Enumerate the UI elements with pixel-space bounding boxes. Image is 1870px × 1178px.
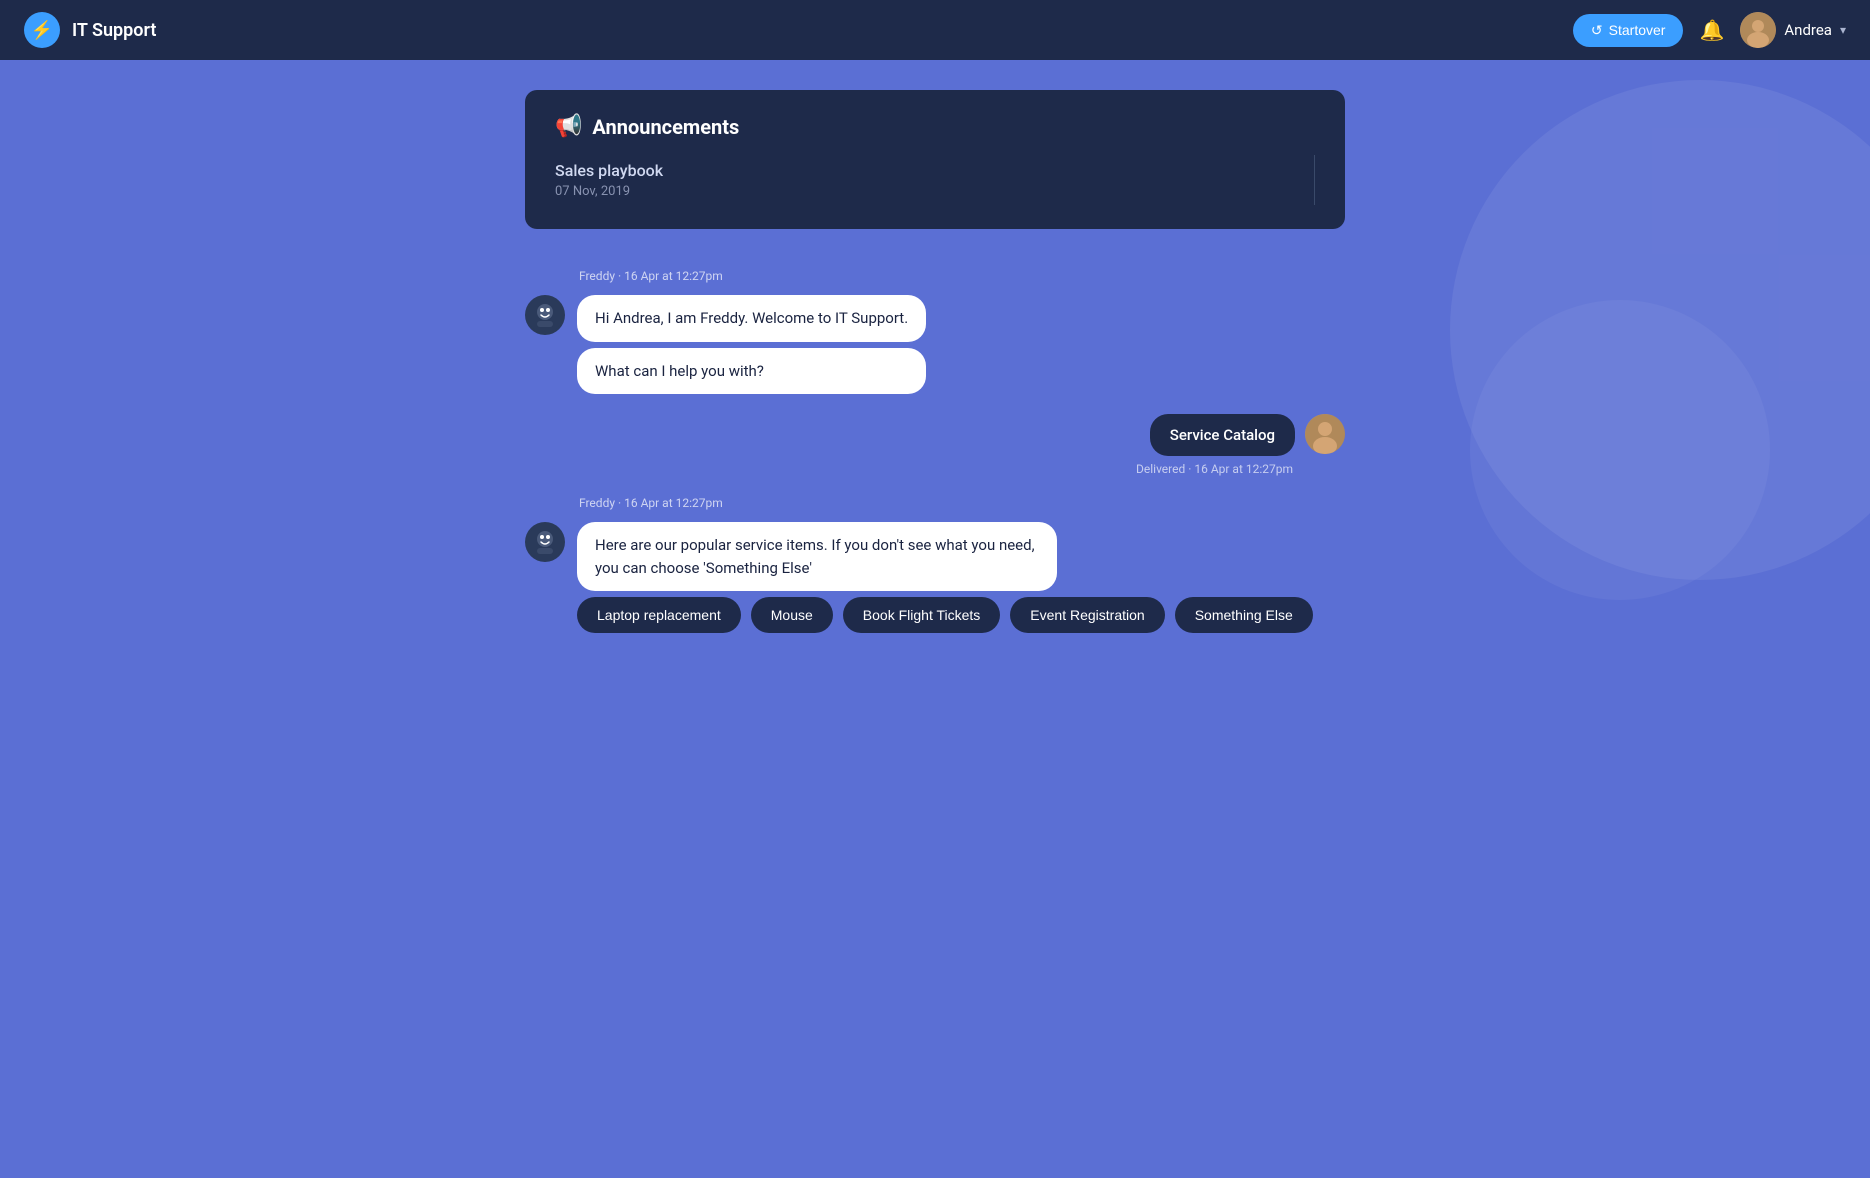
mouse-button[interactable]: Mouse [751, 597, 833, 633]
something-else-button[interactable]: Something Else [1175, 597, 1313, 633]
refresh-icon: ↺ [1591, 22, 1603, 39]
bot-avatar-2 [525, 522, 565, 562]
announcement-name: Sales playbook [555, 161, 1294, 180]
bot-avatar-image [527, 297, 563, 333]
bot-avatar [525, 295, 565, 335]
startover-label: Startover [1609, 22, 1666, 38]
user-bubble: Service Catalog [1150, 414, 1295, 456]
main-content: 📢 Announcements Sales playbook 07 Nov, 2… [0, 60, 1870, 663]
event-registration-button[interactable]: Event Registration [1010, 597, 1164, 633]
bot-response-bubbles: Here are our popular service items. If y… [577, 522, 1057, 591]
bot-response-bubble: Here are our popular service items. If y… [577, 522, 1057, 591]
chat-area: Freddy · 16 Apr at 12:27pm Hi Andrea, I … [525, 269, 1345, 633]
user-profile[interactable]: Andrea ▾ [1740, 12, 1846, 48]
user-avatar-image [1305, 414, 1345, 454]
greeting-bubble-2: What can I help you with? [577, 348, 926, 395]
bot-first-message-group: Freddy · 16 Apr at 12:27pm Hi Andrea, I … [525, 269, 1345, 394]
announcement-divider [1314, 155, 1315, 205]
bot-avatar-image-2 [527, 524, 563, 560]
navbar-left: ⚡ IT Support [24, 12, 156, 48]
user-message-row: Service Catalog [1150, 414, 1345, 456]
first-timestamp: Freddy · 16 Apr at 12:27pm [579, 269, 1345, 283]
app-icon: ⚡ [24, 12, 60, 48]
avatar-image [1740, 12, 1776, 48]
announcement-date: 07 Nov, 2019 [555, 184, 1294, 199]
startover-button[interactable]: ↺ Startover [1573, 14, 1684, 47]
bot-second-message-group: Freddy · 16 Apr at 12:27pm Here are our … [525, 496, 1345, 633]
second-timestamp: Freddy · 16 Apr at 12:27pm [579, 496, 1345, 510]
user-name: Andrea [1784, 21, 1832, 39]
user-avatar-small [1305, 414, 1345, 454]
navbar-right: ↺ Startover 🔔 Andrea ▾ [1573, 12, 1846, 48]
action-buttons: Laptop replacement Mouse Book Flight Tic… [577, 597, 1345, 633]
laptop-replacement-button[interactable]: Laptop replacement [577, 597, 741, 633]
announcements-icon: 📢 [555, 114, 582, 139]
lightning-icon: ⚡ [31, 20, 53, 41]
delivered-text: Delivered · 16 Apr at 12:27pm [1136, 462, 1293, 476]
avatar [1740, 12, 1776, 48]
chevron-down-icon: ▾ [1840, 23, 1846, 37]
notification-icon[interactable]: 🔔 [1699, 18, 1724, 42]
user-message-group: Service Catalog Delivered · 16 Apr at 12… [525, 414, 1345, 476]
announcements-content: Sales playbook 07 Nov, 2019 [555, 155, 1315, 205]
announcements-header: 📢 Announcements [555, 114, 1315, 139]
bot-message-row: Hi Andrea, I am Freddy. Welcome to IT Su… [525, 295, 1345, 394]
announcements-panel: 📢 Announcements Sales playbook 07 Nov, 2… [525, 90, 1345, 229]
announcements-title: Announcements [592, 115, 739, 139]
greeting-bubble-1: Hi Andrea, I am Freddy. Welcome to IT Su… [577, 295, 926, 342]
book-flight-button[interactable]: Book Flight Tickets [843, 597, 1001, 633]
app-title: IT Support [72, 20, 156, 41]
navbar: ⚡ IT Support ↺ Startover 🔔 Andrea ▾ [0, 0, 1870, 60]
bot-bubbles: Hi Andrea, I am Freddy. Welcome to IT Su… [577, 295, 926, 394]
announcement-item: Sales playbook 07 Nov, 2019 [555, 161, 1294, 199]
bot-response-row: Here are our popular service items. If y… [525, 522, 1345, 591]
